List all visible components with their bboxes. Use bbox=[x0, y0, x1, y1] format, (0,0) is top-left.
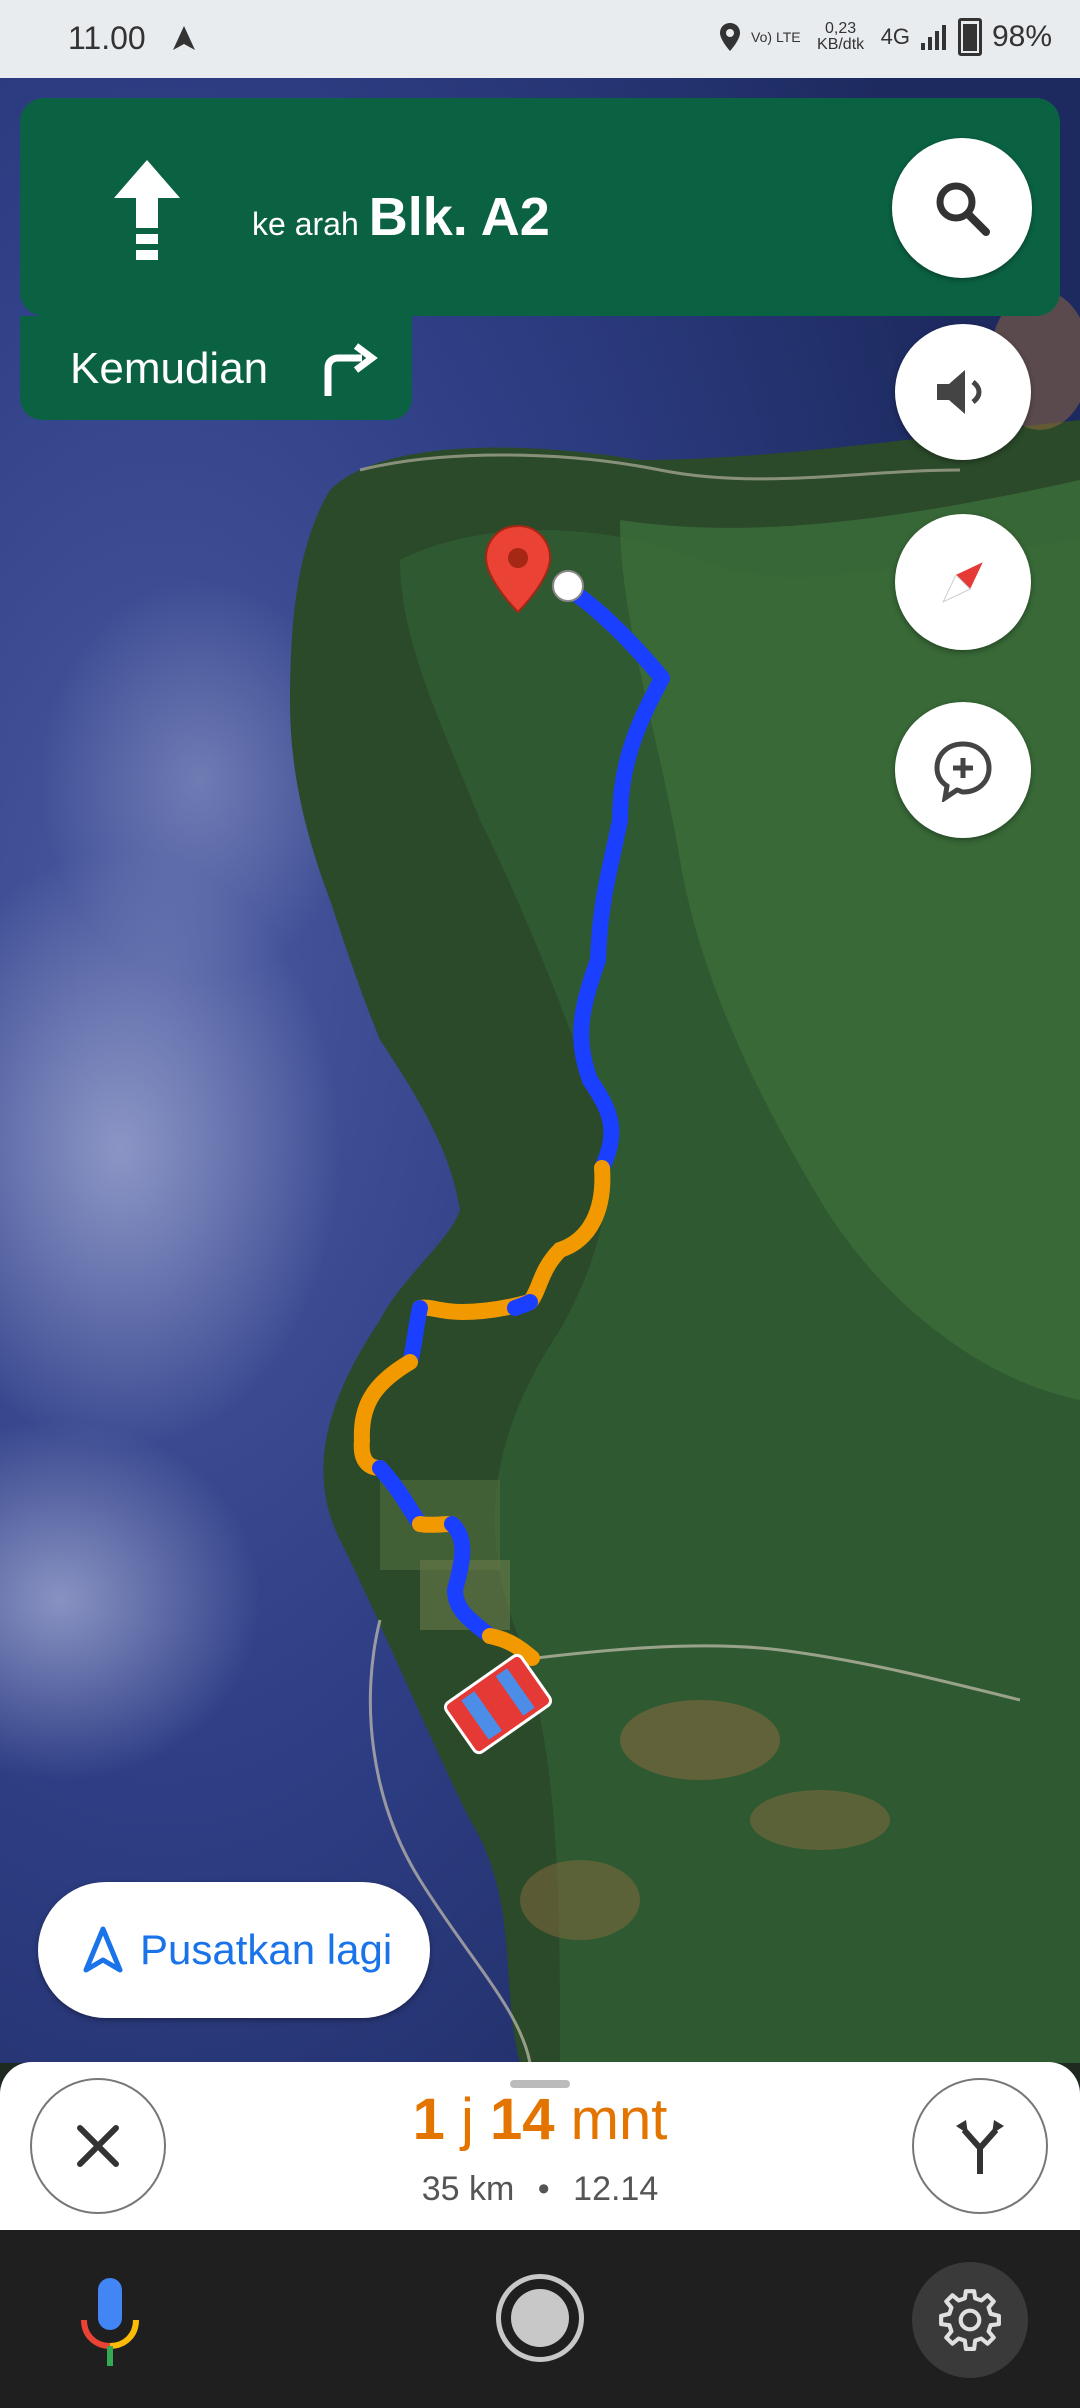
navigation-status-icon bbox=[173, 26, 195, 50]
microphone-icon[interactable] bbox=[78, 2276, 142, 2372]
battery-percent: 98% bbox=[991, 20, 1052, 53]
settings-button[interactable] bbox=[912, 2262, 1028, 2378]
eta-distance: 35 km bbox=[421, 2170, 515, 2208]
home-button[interactable] bbox=[496, 2274, 584, 2362]
turn-right-icon bbox=[324, 343, 378, 396]
eta-panel[interactable]: 1 j 14 mnt 35 km • 12.14 bbox=[0, 2062, 1080, 2230]
eta-hours-unit: j bbox=[461, 2087, 474, 2152]
status-time: 11.00 bbox=[68, 20, 146, 56]
home-button-inner bbox=[511, 2289, 569, 2347]
street-name: Blk. A2 bbox=[368, 187, 550, 247]
compass-button[interactable] bbox=[895, 514, 1031, 650]
alternate-routes-button[interactable] bbox=[912, 2078, 1048, 2214]
location-icon bbox=[720, 23, 741, 51]
search-icon bbox=[936, 182, 990, 236]
route-segment-clear bbox=[402, 1300, 428, 1370]
volume-icon bbox=[937, 370, 982, 414]
toward-prefix: ke arah bbox=[252, 206, 359, 242]
recenter-label: Pusatkan lagi bbox=[140, 1926, 393, 1973]
status-bar: 11.00 Vo) LTE 0,23 KB/dtk 4G 98% bbox=[0, 0, 1080, 78]
then-label: Kemudian bbox=[70, 344, 269, 393]
signal-icon bbox=[920, 25, 946, 50]
eta-hours: 1 bbox=[412, 2087, 445, 2152]
sound-button[interactable] bbox=[895, 324, 1031, 460]
eta-separator: • bbox=[537, 2170, 550, 2208]
network-speed: 0,23 KB/dtk bbox=[817, 20, 865, 53]
status-right: Vo) LTE 0,23 KB/dtk 4G 98% bbox=[719, 18, 1052, 56]
eta-arrival: 12.14 bbox=[573, 2170, 659, 2208]
add-report-icon bbox=[934, 741, 992, 802]
system-bar bbox=[0, 2230, 1080, 2408]
search-button[interactable] bbox=[892, 138, 1032, 278]
volte-indicator: Vo) LTE bbox=[751, 29, 801, 45]
then-maneuver[interactable]: Kemudian bbox=[20, 316, 412, 420]
straight-arrow-icon bbox=[114, 160, 180, 260]
navigation-arrow-icon bbox=[83, 1926, 123, 1973]
recenter-button[interactable]: Pusatkan lagi bbox=[38, 1882, 430, 2018]
add-report-button[interactable] bbox=[895, 702, 1031, 838]
route-segment-clear bbox=[507, 1294, 538, 1316]
compass-icon bbox=[942, 562, 983, 603]
fork-route-icon bbox=[956, 2120, 1004, 2174]
eta-minutes: 14 bbox=[490, 2087, 555, 2152]
route-end-dot bbox=[552, 570, 584, 602]
network-type: 4G bbox=[880, 24, 910, 49]
toward-street: ke arah Blk. A2 bbox=[252, 186, 550, 248]
eta-minutes-unit: mnt bbox=[570, 2087, 668, 2152]
gear-icon bbox=[939, 2289, 1001, 2351]
battery-icon bbox=[957, 18, 982, 56]
